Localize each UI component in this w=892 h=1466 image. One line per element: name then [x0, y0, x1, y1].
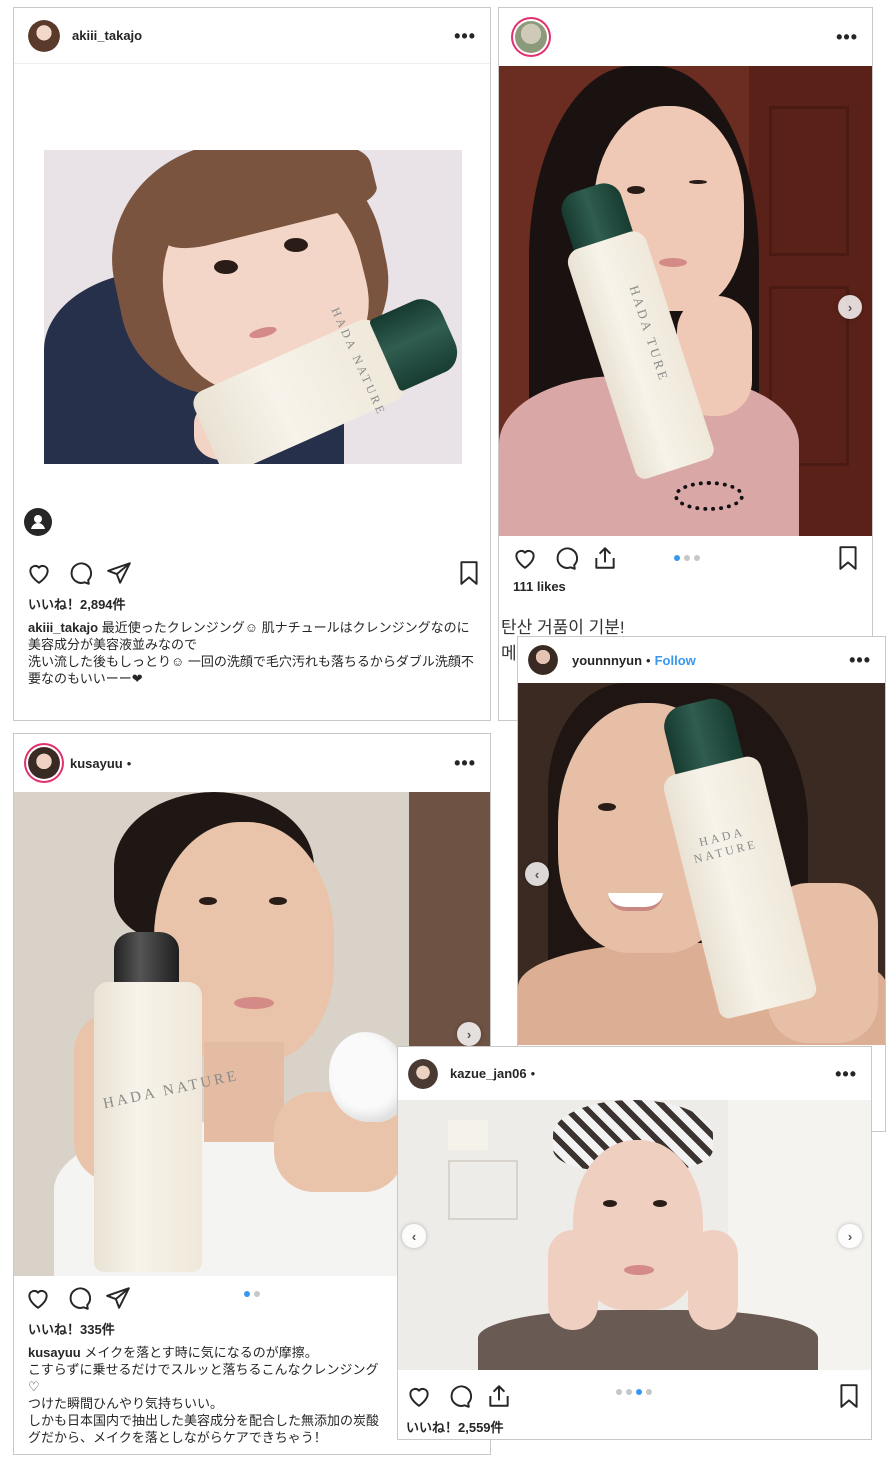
- previous-image-button[interactable]: ‹: [525, 862, 549, 886]
- avatar[interactable]: [408, 1058, 438, 1089]
- more-options-icon[interactable]: •••: [835, 1065, 857, 1083]
- comment-icon[interactable]: [65, 1285, 91, 1311]
- username[interactable]: akiii_takajo: [72, 28, 142, 43]
- carousel-indicator: [616, 1389, 652, 1395]
- avatar[interactable]: [28, 747, 60, 779]
- post-header: kusayuu • •••: [14, 734, 490, 792]
- heart-icon[interactable]: [26, 560, 52, 586]
- username[interactable]: kusayuu: [70, 756, 123, 771]
- share-icon[interactable]: [106, 560, 132, 586]
- avatar[interactable]: [528, 645, 558, 675]
- header-separator: •: [646, 652, 651, 668]
- heart-icon[interactable]: [512, 545, 538, 571]
- post-actions: [398, 1380, 871, 1420]
- post-header: younnnyun • Follow •••: [518, 637, 885, 683]
- caption-line-1: 탄산 거품이 기분!: [501, 618, 625, 637]
- product-bottle: HADA NATURE: [94, 932, 240, 1272]
- likes-count[interactable]: いいね！2,894件: [28, 594, 126, 613]
- follow-button[interactable]: Follow: [655, 653, 696, 668]
- avatar[interactable]: [515, 21, 547, 53]
- post-actions: [14, 556, 490, 596]
- caption-line-2: 메: [501, 644, 517, 663]
- likes-count[interactable]: いいね！2,559件: [406, 1417, 504, 1436]
- share-icon[interactable]: [592, 545, 618, 571]
- next-image-button[interactable]: ›: [838, 1224, 862, 1248]
- more-options-icon[interactable]: •••: [454, 754, 476, 772]
- post-card-akiii-takajo: akiii_takajo ••• HADA NATURE いいね！2,894件 …: [13, 7, 491, 721]
- heart-icon[interactable]: [25, 1285, 51, 1311]
- post-header: •••: [499, 8, 872, 66]
- username[interactable]: younnnyun: [572, 653, 642, 668]
- bookmark-icon[interactable]: [835, 545, 861, 571]
- previous-image-button[interactable]: ‹: [402, 1224, 426, 1248]
- header-separator: •: [126, 755, 132, 771]
- more-options-icon[interactable]: •••: [849, 651, 871, 669]
- caption: akiii_takajo 最近使ったクレンジング☺︎ 肌ナチュールはクレンジング…: [28, 619, 476, 687]
- likes-count[interactable]: いいね！335件: [28, 1319, 115, 1338]
- caption-username[interactable]: kusayuu: [28, 1345, 81, 1360]
- more-options-icon[interactable]: •••: [836, 28, 858, 46]
- post-header: akiii_takajo •••: [14, 8, 490, 64]
- post-actions: [499, 541, 872, 581]
- user-tag-icon[interactable]: [24, 508, 52, 536]
- comment-icon[interactable]: [66, 560, 92, 586]
- caption-text: メイクを落とす時に気になるのが摩擦。 こすらずに乗せるだけでスルッと落ちるこんな…: [28, 1345, 380, 1445]
- more-options-icon[interactable]: •••: [454, 27, 476, 45]
- heart-icon[interactable]: [406, 1383, 432, 1409]
- post-photo[interactable]: HADA NATURE ‹: [518, 683, 885, 1045]
- carousel-indicator: [674, 555, 700, 561]
- bookmark-icon[interactable]: [836, 1383, 862, 1409]
- next-image-button[interactable]: ›: [838, 295, 862, 319]
- post-card-kazue-jan06: kazue_jan06 • ••• ‹ › いいね！2,559件: [397, 1046, 872, 1440]
- post-photo[interactable]: HADA TURE ›: [499, 66, 872, 536]
- share-icon[interactable]: [105, 1285, 131, 1311]
- avatar[interactable]: [28, 19, 60, 52]
- comment-icon[interactable]: [446, 1383, 472, 1409]
- header-separator: •: [530, 1066, 536, 1081]
- next-image-button[interactable]: ›: [457, 1022, 481, 1046]
- carousel-indicator: [244, 1291, 260, 1297]
- comment-icon[interactable]: [552, 545, 578, 571]
- post-card-korean: ••• HADA TURE › 111 likes 탄산 거품이 기분! 메: [498, 7, 873, 721]
- caption-username[interactable]: akiii_takajo: [28, 620, 98, 635]
- username[interactable]: kazue_jan06: [450, 1066, 527, 1081]
- post-header: kazue_jan06 • •••: [398, 1047, 871, 1100]
- post-photo[interactable]: ‹ ›: [398, 1100, 871, 1370]
- post-photo[interactable]: HADA NATURE: [44, 150, 462, 464]
- likes-count[interactable]: 111 likes: [513, 579, 566, 594]
- share-icon[interactable]: [486, 1383, 512, 1409]
- bookmark-icon[interactable]: [456, 560, 482, 586]
